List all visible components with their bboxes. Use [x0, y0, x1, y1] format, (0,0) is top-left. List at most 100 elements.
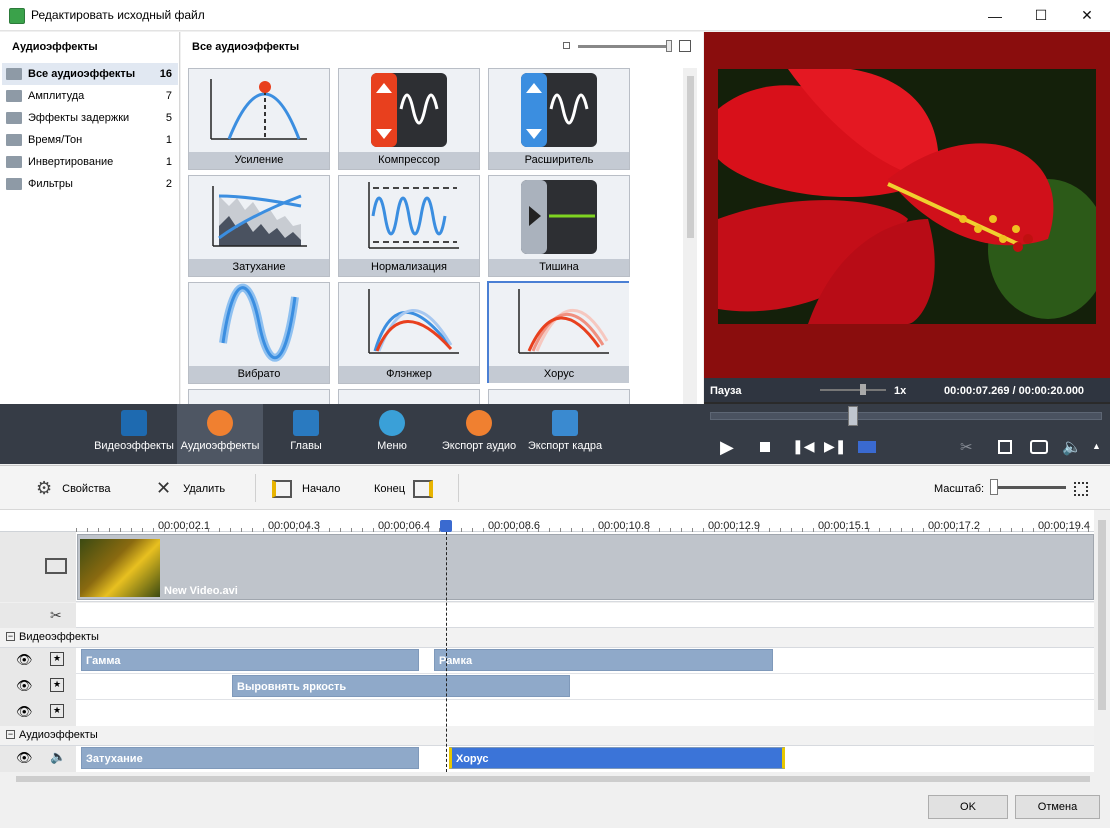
tab-menu[interactable]: Меню [350, 404, 434, 464]
zoom-slider-handle[interactable] [990, 479, 998, 495]
category-count: 7 [165, 90, 172, 102]
tab-chapters[interactable]: Главы [264, 404, 348, 464]
maximize-button[interactable]: ☐ [1018, 0, 1064, 31]
video-clip[interactable]: New Video.avi [77, 534, 1094, 600]
tab-video-effects[interactable]: Видеоэффекты [92, 404, 176, 464]
thumb-size-handle[interactable] [666, 40, 672, 52]
properties-label: Свойства [62, 482, 111, 495]
close-button[interactable]: ✕ [1064, 0, 1110, 31]
end-marker-icon [413, 479, 434, 498]
folder-icon [6, 90, 22, 102]
effect-star-icon[interactable]: ★ [50, 704, 64, 718]
audio-effects-section[interactable]: − Аудиоэффекты [0, 726, 1094, 746]
ok-button[interactable]: OK [928, 795, 1008, 819]
effect-tile-vibrato[interactable]: Вибрато [188, 282, 330, 384]
folder-icon [6, 134, 22, 146]
eye-icon[interactable]: 👁 [16, 678, 33, 694]
eye-icon[interactable]: 👁 [16, 704, 33, 720]
speed-slider[interactable] [820, 389, 886, 391]
category-delay[interactable]: Эффекты задержки 5 [2, 107, 178, 129]
category-invert[interactable]: Инвертирование 1 [2, 151, 178, 173]
play-icon[interactable]: ▶ [720, 437, 734, 458]
playhead-handle[interactable] [440, 520, 452, 532]
scissors-icon[interactable]: ✂ [960, 438, 973, 456]
effect-star-icon[interactable]: ★ [50, 652, 64, 666]
effect-tile-partial[interactable] [488, 389, 630, 404]
video-preview: Пауза 1x 00:00:07.269 / 00:00:20.000 [704, 32, 1110, 404]
next-frame-icon[interactable]: ▶❚ [824, 438, 847, 455]
category-all[interactable]: Все аудиоэффекты 16 [2, 63, 178, 85]
effect-tile-flanger[interactable]: Флэнжер [338, 282, 480, 384]
grid-scrollbar[interactable] [683, 68, 697, 404]
eye-icon[interactable]: 👁 [16, 750, 33, 766]
zoom-label: Масштаб: [934, 482, 985, 495]
effect-label: Компрессор [339, 152, 479, 169]
collapse-icon[interactable]: − [6, 730, 15, 739]
set-end-button[interactable]: Конец [374, 466, 434, 511]
cancel-button[interactable]: Отмена [1015, 795, 1100, 819]
effect-tile-partial[interactable] [188, 389, 330, 404]
speed-slider-handle[interactable] [860, 384, 866, 395]
effect-tile-partial[interactable] [338, 389, 480, 404]
category-time-pitch[interactable]: Время/Тон 1 [2, 129, 178, 151]
split-row: ✂ [0, 603, 1094, 628]
volume-chevron-icon[interactable]: ▲ [1092, 441, 1101, 451]
tab-label: Аудиоэффекты [180, 440, 260, 452]
video-effects-section[interactable]: − Видеоэффекты [0, 628, 1094, 648]
zoom-slider[interactable] [996, 486, 1066, 489]
flanger-icon [339, 283, 479, 366]
audio-clip-chorus[interactable]: Хорус [449, 747, 785, 769]
timeline-hscroll[interactable] [0, 772, 1110, 786]
effect-tile-fade[interactable]: Затухание [188, 175, 330, 277]
tab-export-audio[interactable]: Экспорт аудио [436, 404, 522, 464]
properties-button[interactable]: ⚙ Свойства [36, 466, 110, 511]
prev-frame-icon[interactable]: ❚◀ [792, 438, 815, 455]
large-thumb-icon[interactable] [679, 40, 691, 52]
compressor-icon [339, 69, 479, 152]
seek-bar[interactable] [710, 412, 1102, 420]
time-ruler[interactable]: 00:00:02.1 00:00:04.3 00:00:06.4 00:00:0… [76, 510, 1094, 532]
tab-audio-effects[interactable]: Аудиоэффекты [177, 404, 263, 464]
effect-tile-silence[interactable]: Тишина [488, 175, 630, 277]
effect-label: Затухание [189, 259, 329, 276]
effect-tile-gain[interactable]: Усиление [188, 68, 330, 170]
scissors-icon[interactable]: ✂ [50, 607, 62, 624]
effect-tile-compressor[interactable]: Компрессор [338, 68, 480, 170]
stop-icon[interactable] [760, 442, 770, 452]
section-label: Видеоэффекты [19, 631, 99, 643]
effect-clip-brightness[interactable]: Выровнять яркость [232, 675, 570, 697]
seek-handle[interactable] [848, 406, 858, 426]
tab-label: Видеоэффекты [94, 440, 174, 452]
collapse-icon[interactable]: − [6, 632, 15, 641]
small-thumb-icon[interactable] [563, 42, 570, 49]
audio-effect-icon[interactable]: 🔈 [50, 749, 66, 765]
effect-clip-frame[interactable]: Рамка [434, 649, 773, 671]
folder-icon [6, 112, 22, 124]
set-start-button[interactable]: Начало [272, 466, 340, 511]
audio-clip-fade[interactable]: Затухание [81, 747, 419, 769]
thumb-size-slider[interactable] [578, 45, 672, 48]
crop-icon[interactable] [998, 440, 1012, 454]
video-effects-header: 👁 ★ 👁 ★ 👁 ★ [0, 648, 76, 726]
effect-star-icon[interactable]: ★ [50, 678, 64, 692]
gain-icon [189, 69, 329, 152]
window-title: Редактировать исходный файл [31, 8, 205, 22]
delete-button[interactable]: ✕ Удалить [156, 466, 225, 511]
timeline-vscroll[interactable] [1094, 510, 1110, 772]
effect-tile-normalize[interactable]: Нормализация [338, 175, 480, 277]
minimize-button[interactable]: — [972, 0, 1018, 31]
category-filters[interactable]: Фильтры 2 [2, 173, 178, 195]
category-amplitude[interactable]: Амплитуда 7 [2, 85, 178, 107]
eye-icon[interactable]: 👁 [16, 652, 33, 668]
volume-icon[interactable]: 🔈 [1062, 437, 1082, 457]
playback-time: 00:00:07.269 / 00:00:20.000 [944, 385, 1085, 397]
fit-timeline-icon[interactable] [1074, 482, 1088, 496]
video-thumbnail [80, 539, 160, 597]
effect-clip-gamma[interactable]: Гамма [81, 649, 419, 671]
effect-tile-expander[interactable]: Расширитель [488, 68, 630, 170]
category-panel: Аудиоэффекты Все аудиоэффекты 16 Амплитуд… [0, 32, 180, 404]
tab-export-frame[interactable]: Экспорт кадра [522, 404, 608, 464]
snapshot-icon[interactable] [1030, 440, 1048, 454]
effect-tile-chorus[interactable]: Хорус [487, 281, 629, 383]
split-mode-icon[interactable] [858, 441, 876, 453]
